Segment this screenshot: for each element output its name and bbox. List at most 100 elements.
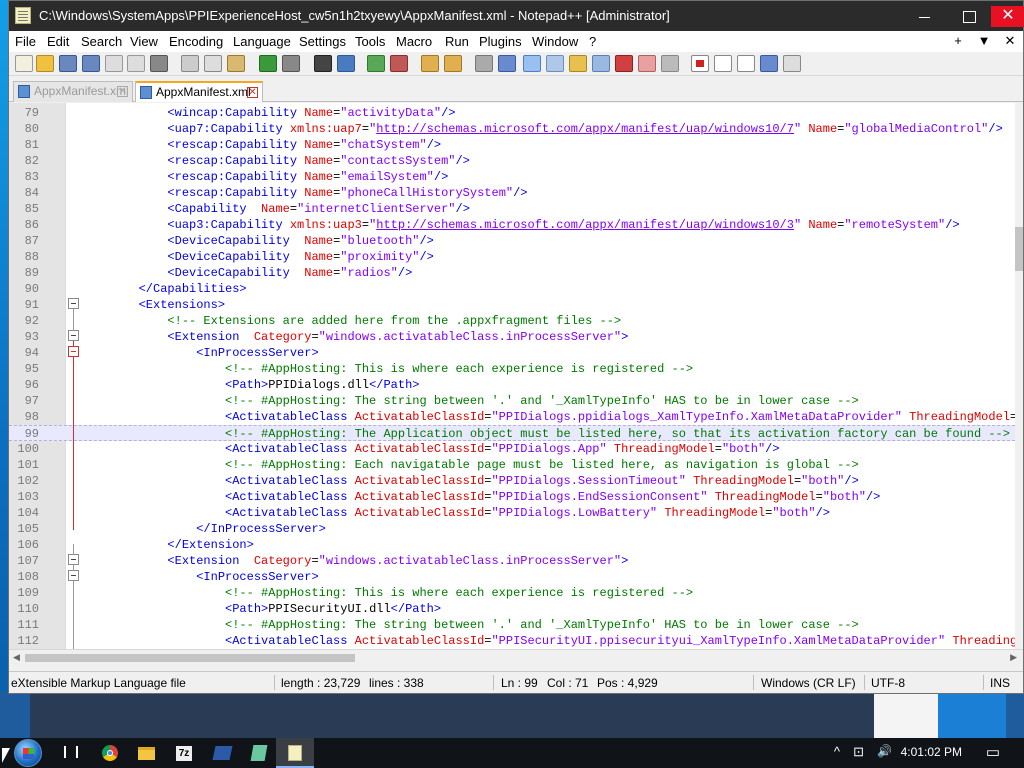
code-line[interactable]: 90 </Capabilities> [9,281,1015,297]
save-icon[interactable] [59,55,77,72]
horizontal-scrollbar[interactable]: ◀ ▶ [9,649,1023,665]
menu-settings[interactable]: Settings [299,34,346,49]
code-line[interactable]: 82 <rescap:Capability Name="contactsSyst… [9,153,1015,169]
code-line[interactable]: 97 <!-- #AppHosting: The string between … [9,393,1015,409]
menu-language[interactable]: Language [233,34,291,49]
network-icon[interactable]: ⊡ [853,744,864,760]
fold-toggle-extension[interactable] [68,554,79,565]
code-line[interactable]: 99 <!-- #AppHosting: The Application obj… [9,425,1015,441]
close-document-icon[interactable]: ✕ [997,33,1023,49]
close-all-icon[interactable] [127,55,145,72]
vertical-scrollbar[interactable] [1015,103,1023,649]
code-line[interactable]: 95 <!-- #AppHosting: This is where each … [9,361,1015,377]
find-icon[interactable] [314,55,332,72]
stop-recording-icon[interactable] [714,55,732,72]
code-line[interactable]: 108 <InProcessServer> [9,569,1015,585]
folder-as-workspace-icon[interactable] [592,55,610,72]
menu-encoding[interactable]: Encoding [169,34,223,49]
tab-close-icon[interactable]: ✕ [247,87,258,98]
powershell-icon[interactable] [203,738,241,768]
code-line[interactable]: 80 <uap7:Capability xmlns:uap7="http://s… [9,121,1015,137]
status-encoding[interactable]: UTF-8 [871,676,905,690]
code-line[interactable]: 79 <wincap:Capability Name="activityData… [9,105,1015,121]
code-line[interactable]: 103 <ActivatableClass ActivatableClassId… [9,489,1015,505]
menu-view[interactable]: View [130,34,158,49]
code-line[interactable]: 102 <ActivatableClass ActivatableClassId… [9,473,1015,489]
replace-icon[interactable] [337,55,355,72]
code-line[interactable]: 104 <ActivatableClass ActivatableClassId… [9,505,1015,521]
menu-plugins[interactable]: Plugins [479,34,522,49]
code-line[interactable]: 81 <rescap:Capability Name="chatSystem"/… [9,137,1015,153]
code-line[interactable]: 111 <!-- #AppHosting: The string between… [9,617,1015,633]
fold-toggle-inprocessserver[interactable] [68,570,79,581]
menu-macro[interactable]: Macro [396,34,432,49]
code-line[interactable]: 87 <DeviceCapability Name="bluetooth"/> [9,233,1015,249]
function-list-icon[interactable] [569,55,587,72]
code-line[interactable]: 91 <Extensions> [9,297,1015,313]
monitoring-icon[interactable] [615,55,633,72]
menu-help[interactable]: ? [589,34,596,49]
notepad-app-icon[interactable] [240,738,278,768]
code-line[interactable]: 83 <rescap:Capability Name="emailSystem"… [9,169,1015,185]
fold-toggle-extension[interactable] [68,330,79,341]
title-bar[interactable]: C:\Windows\SystemApps\PPIExperienceHost_… [9,1,1024,31]
status-eol[interactable]: Windows (CR LF) [761,676,856,690]
new-file-icon[interactable] [15,55,33,72]
save-macro-icon[interactable] [783,55,801,72]
notepad-plus-plus-taskbar-icon[interactable] [276,738,314,768]
open-file-icon[interactable] [36,55,54,72]
vertical-scroll-thumb[interactable] [1015,227,1023,271]
tab-list-dropdown-icon[interactable]: ▼ [971,33,997,48]
doc-map-icon[interactable] [546,55,564,72]
code-line[interactable]: 92 <!-- Extensions are added here from t… [9,313,1015,329]
7zip-icon[interactable]: 7z [165,738,203,768]
code-line[interactable]: 94 <InProcessServer> [9,345,1015,361]
zoom-out-icon[interactable] [390,55,408,72]
copy-icon[interactable] [204,55,222,72]
code-line[interactable]: 112 <ActivatableClass ActivatableClassId… [9,633,1023,649]
tab-close-icon[interactable]: ✕ [117,86,128,97]
eye-icon[interactable] [661,55,679,72]
code-line[interactable]: 89 <DeviceCapability Name="radios"/> [9,265,1015,281]
code-line[interactable]: 84 <rescap:Capability Name="phoneCallHis… [9,185,1015,201]
print-icon[interactable] [150,55,168,72]
code-line[interactable]: 105 </InProcessServer> [9,521,1015,537]
code-line[interactable]: 109 <!-- #AppHosting: This is where each… [9,585,1015,601]
minimize-button[interactable] [903,6,947,27]
code-line[interactable]: 110 <Path>PPISecurityUI.dll</Path> [9,601,1015,617]
code-line[interactable]: 85 <Capability Name="internetClientServe… [9,201,1015,217]
maximize-button[interactable] [947,6,991,27]
code-line[interactable]: 86 <uap3:Capability xmlns:uap3="http://s… [9,217,1015,233]
chrome-icon[interactable] [90,738,128,768]
code-line[interactable]: 101 <!-- #AppHosting: Each navigatable p… [9,457,1015,473]
clock[interactable]: 4:01:02 PM [901,745,962,759]
menu-tools[interactable]: Tools [355,34,385,49]
code-line[interactable]: 107 <Extension Category="windows.activat… [9,553,1015,569]
folder-icon[interactable] [638,55,656,72]
record-macro-icon[interactable] [691,55,709,72]
zoom-in-icon[interactable] [367,55,385,72]
close-button[interactable]: ✕ [991,6,1024,27]
menu-edit[interactable]: Edit [47,34,69,49]
status-insert-mode[interactable]: INS [990,676,1010,690]
volume-icon[interactable]: 🔊 [877,744,892,758]
sync-horizontal-icon[interactable] [444,55,462,72]
code-editor[interactable]: 79 <wincap:Capability Name="activityData… [9,103,1023,649]
fold-toggle-extensions[interactable] [68,298,79,309]
scroll-left-arrow-icon[interactable]: ◀ [13,652,20,663]
cut-icon[interactable] [181,55,199,72]
save-all-icon[interactable] [82,55,100,72]
undo-icon[interactable] [259,55,277,72]
menu-run[interactable]: Run [445,34,469,49]
redo-icon[interactable] [282,55,300,72]
horizontal-scroll-thumb[interactable] [25,654,355,662]
play-macro-icon[interactable] [737,55,755,72]
close-file-icon[interactable] [105,55,123,72]
menu-search[interactable]: Search [81,34,122,49]
code-line[interactable]: 100 <ActivatableClass ActivatableClassId… [9,441,1015,457]
sync-vertical-icon[interactable] [421,55,439,72]
file-explorer-icon[interactable] [127,738,165,768]
word-wrap-icon[interactable] [475,55,493,72]
tab-appxmanifest-inactive[interactable]: AppxManifest.xml ✕ [13,81,133,102]
task-view-icon[interactable] [52,738,90,768]
